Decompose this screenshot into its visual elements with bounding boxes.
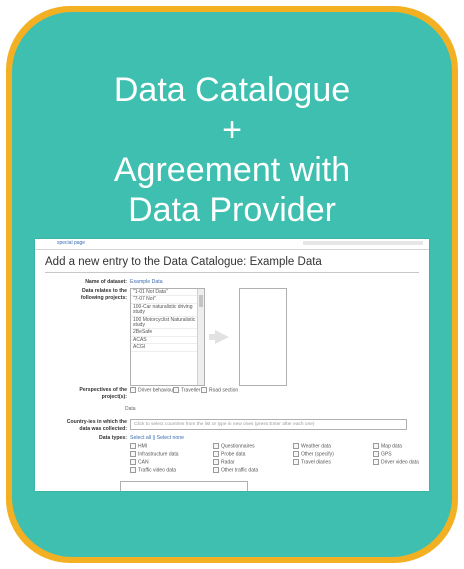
datatype-checkbox[interactable]: Travel diaries (293, 459, 331, 465)
checkbox-label: Traffic video data (138, 467, 177, 474)
checkbox[interactable] (213, 443, 219, 449)
checkbox-label: Probe data (221, 451, 246, 458)
name-value: Example Data (130, 279, 163, 285)
checkbox[interactable] (293, 459, 299, 465)
perspective-road-section[interactable]: Road section (201, 387, 238, 393)
checkbox[interactable] (130, 451, 136, 457)
list-item[interactable]: 100-Car naturalistic driving study (131, 304, 204, 317)
datatype-checkbox[interactable]: Other traffic data (213, 467, 258, 473)
country-label: Country-ies in which the data was collec… (45, 419, 127, 432)
checkbox[interactable] (373, 451, 379, 457)
list-item[interactable]: 2BeSafe (131, 329, 204, 337)
checkbox[interactable] (293, 443, 299, 449)
heading-line-1: Data Catalogue (113, 71, 351, 109)
embedded-screenshot: special page Add a new entry to the Data… (35, 239, 429, 491)
datatype-checkbox[interactable]: Questionnaires (213, 443, 255, 449)
perspective-traveller[interactable]: Traveller (173, 387, 200, 393)
name-label: Name of dataset: (85, 279, 127, 285)
checkbox-label: GPS (381, 451, 392, 458)
checkbox-label: Questionnaires (221, 443, 255, 450)
datatype-checkbox[interactable]: Other (specify) (293, 451, 334, 457)
scrollbar-thumb[interactable] (199, 295, 203, 307)
datatype-checkbox[interactable]: Infrastructure data (130, 451, 179, 457)
datatype-checkbox[interactable]: Map data (373, 443, 402, 449)
checkbox-label: HMI (138, 443, 148, 450)
checkbox-label: CAN (138, 459, 149, 466)
list-item[interactable]: 100 Motorcyclist Naturalistic study (131, 317, 204, 330)
checkbox[interactable] (130, 467, 136, 473)
list-item[interactable]: "7-07 Not" (131, 296, 204, 304)
wiki-top-bar: special page (35, 239, 429, 250)
projects-label: Data relates to the following projects: (45, 288, 127, 301)
checkbox[interactable] (293, 451, 299, 457)
checkbox[interactable] (130, 387, 136, 393)
checkbox[interactable] (130, 459, 136, 465)
checkbox[interactable] (173, 387, 179, 393)
checkbox-label: Other (specify) (301, 451, 334, 458)
heading-line-3: Agreement with (113, 151, 351, 189)
other-specify-textarea[interactable] (120, 481, 248, 491)
listbox-scrollbar[interactable] (197, 289, 204, 385)
list-item[interactable]: ACGI (131, 344, 204, 352)
data-section-heading: Data (125, 406, 136, 412)
card-heading: Data Catalogue + Agreement with Data Pro… (12, 70, 452, 230)
checkbox[interactable] (373, 459, 379, 465)
heading-line-4: Data Provider (128, 191, 336, 229)
checkbox[interactable] (130, 443, 136, 449)
datatype-checkbox[interactable]: HMI (130, 443, 147, 449)
heading-line-2: + (222, 111, 242, 149)
user-tools (303, 241, 423, 245)
list-item[interactable]: ACAS (131, 337, 204, 345)
checkbox-label: Driver video data (381, 459, 419, 466)
datatype-checkbox[interactable]: GPS (373, 451, 392, 457)
checkbox-label: Weather data (301, 443, 331, 450)
country-input[interactable]: Click to select countries from the list … (130, 419, 407, 430)
checkbox-label: Radar (221, 459, 235, 466)
perspective-driver-behaviour[interactable]: Driver behaviour (130, 387, 175, 393)
perspectives-label: Perspectives of the project(s): (45, 387, 127, 400)
datatype-checkbox[interactable]: CAN (130, 459, 149, 465)
perspectives-label-line-2: project(s): (101, 393, 127, 400)
datatype-checkbox[interactable]: Driver video data (373, 459, 419, 465)
checkbox-label: Road section (209, 387, 239, 394)
checkbox-label: Traveller (181, 387, 201, 394)
datatype-checkbox[interactable]: Radar (213, 459, 235, 465)
datatype-checkbox[interactable]: Traffic video data (130, 467, 176, 473)
list-item[interactable]: "1-01 Not Data" (131, 289, 204, 297)
select-all-none-links[interactable]: Select all || Select none (130, 435, 184, 442)
checkbox-label: Travel diaries (301, 459, 331, 466)
selected-projects-box[interactable] (239, 288, 287, 386)
datatypes-label: Data types: (99, 435, 127, 441)
checkbox[interactable] (201, 387, 207, 393)
projects-label-line-2: following projects: (80, 294, 127, 301)
checkbox[interactable] (213, 451, 219, 457)
title-divider (45, 272, 419, 273)
checkbox[interactable] (213, 459, 219, 465)
checkbox-label: Driver behaviour (138, 387, 175, 394)
move-right-arrow-icon[interactable] (215, 330, 229, 344)
datatype-checkbox[interactable]: Probe data (213, 451, 245, 457)
checkbox-label: Other traffic data (221, 467, 259, 474)
special-page-tab[interactable]: special page (57, 240, 85, 246)
datatype-checkbox[interactable]: Weather data (293, 443, 331, 449)
checkbox-label: Map data (381, 443, 402, 450)
checkbox[interactable] (373, 443, 379, 449)
page-title: Add a new entry to the Data Catalogue: E… (45, 256, 322, 268)
country-label-line-2: data was collected: (79, 425, 127, 432)
projects-listbox[interactable]: "1-01 Not Data" "7-07 Not" 100-Car natur… (130, 288, 205, 386)
checkbox[interactable] (213, 467, 219, 473)
checkbox-label: Infrastructure data (138, 451, 179, 458)
